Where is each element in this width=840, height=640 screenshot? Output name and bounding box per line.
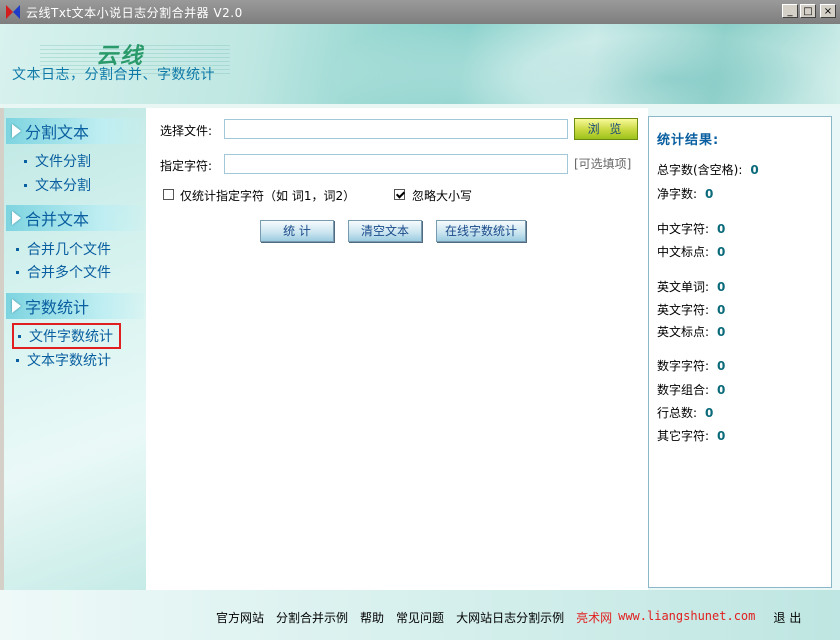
exit-button[interactable]: 退出 [773,609,805,626]
bullet-icon [24,183,27,187]
sidebar-section-title: 合并文本 [25,210,90,229]
stats-box: 统计结果: 总字数(含空格): 0 净字数: 0 中文字符: 0 中文标点: 0 英文单… [648,116,832,588]
window-title: 云线Txt文本小说日志分割合并器 V2.0 [26,5,243,20]
sidebar-section-merge: 合并文本 [6,205,144,231]
footer-link-official-site[interactable]: 官方网站 [216,609,264,626]
app-icon [6,5,20,19]
file-label: 选择文件: [160,124,213,138]
header-banner: 云线 文本日志，分割合并、字数统计 [0,24,840,104]
stat-digit-chars: 数字字符: 0 [657,359,726,373]
online-count-button[interactable]: 在线字数统计 [436,220,526,242]
stats-title: 统计结果: [657,133,720,148]
footer: 官方网站 分割合并示例 帮助 常见问题 大网站日志分割示例 亮术网 www.li… [0,590,840,640]
close-button[interactable]: × [820,4,836,18]
main-panel: 选择文件: 浏 览 指定字符: [可选填项] 仅统计指定字符（如 词1，词2） … [146,108,648,590]
footer-brand-link[interactable]: 亮术网 [576,609,612,626]
ignore-case-label: 忽略大小写 [412,189,473,203]
arrow-right-icon [12,124,21,138]
sidebar-item-label: 合并几个文件 [27,242,111,258]
count-button[interactable]: 统 计 [260,220,334,242]
clear-text-button[interactable]: 清空文本 [348,220,422,242]
sidebar-item-label: 文件分割 [35,154,91,170]
arrow-right-icon [12,299,21,313]
sidebar-section-split: 分割文本 [6,118,144,144]
sidebar-section-title: 分割文本 [25,123,90,142]
arrow-right-icon [12,211,21,225]
stat-english-punct: 英文标点: 0 [657,325,726,339]
sidebar-section-word-count: 字数统计 [6,293,144,319]
stat-total-chars: 总字数(含空格): 0 [657,163,759,177]
sidebar-item-label: 文本字数统计 [27,353,111,369]
stat-line-count: 行总数: 0 [657,406,714,420]
title-bar: 云线Txt文本小说日志分割合并器 V2.0 _ □ × [0,0,840,24]
browse-button[interactable]: 浏 览 [574,118,638,140]
optional-hint: [可选填项] [574,157,632,171]
stat-other-chars: 其它字符: 0 [657,429,726,443]
footer-links: 官方网站 分割合并示例 帮助 常见问题 大网站日志分割示例 亮术网 www.li… [216,609,805,626]
sidebar-item-merge-several[interactable]: 合并几个文件 [16,239,111,259]
maximize-button[interactable]: □ [800,4,816,18]
stat-english-chars: 英文字符: 0 [657,303,726,317]
stats-panel: 统计结果: 总字数(含空格): 0 净字数: 0 中文字符: 0 中文标点: 0 英文单… [648,108,840,590]
specified-chars-input[interactable] [224,154,568,174]
bullet-icon [16,247,19,251]
sidebar-item-label: 文件字数统计 [29,329,113,345]
window-controls: _ □ × [782,4,836,18]
footer-link-log-split-example[interactable]: 大网站日志分割示例 [456,609,564,626]
chars-label: 指定字符: [160,159,213,173]
banner-subtitle: 文本日志，分割合并、字数统计 [12,67,215,83]
sidebar-item-merge-many[interactable]: 合并多个文件 [16,262,111,282]
only-specified-label: 仅统计指定字符（如 词1，词2） [180,189,356,203]
stat-net-chars: 净字数: 0 [657,187,714,201]
bullet-icon [16,358,19,362]
file-path-input[interactable] [224,119,568,139]
footer-link-faq[interactable]: 常见问题 [396,609,444,626]
sidebar-item-file-split[interactable]: 文件分割 [24,151,91,171]
bullet-icon [24,159,27,163]
sidebar: 分割文本 文件分割 文本分割 合并文本 合并几个文件 合并多个文件 字数统计 文… [4,108,146,590]
footer-url-link[interactable]: www.liangshunet.com [618,609,755,626]
sidebar-item-file-word-count[interactable]: 文件字数统计 [12,323,121,349]
sidebar-section-title: 字数统计 [25,298,90,317]
stat-digit-groups: 数字组合: 0 [657,383,726,397]
bullet-icon [16,270,19,274]
sidebar-item-text-split[interactable]: 文本分割 [24,175,91,195]
bullet-icon [18,334,21,338]
stat-chinese-chars: 中文字符: 0 [657,222,726,236]
sidebar-item-label: 合并多个文件 [27,265,111,281]
sidebar-item-label: 文本分割 [35,178,91,194]
stat-chinese-punct: 中文标点: 0 [657,245,726,259]
only-specified-checkbox[interactable] [163,189,174,200]
sidebar-item-text-word-count[interactable]: 文本字数统计 [16,350,111,370]
footer-link-help[interactable]: 帮助 [360,609,384,626]
minimize-button[interactable]: _ [782,4,798,18]
stat-english-words: 英文单词: 0 [657,280,726,294]
footer-link-examples[interactable]: 分割合并示例 [276,609,348,626]
ignore-case-checkbox[interactable] [394,189,405,200]
